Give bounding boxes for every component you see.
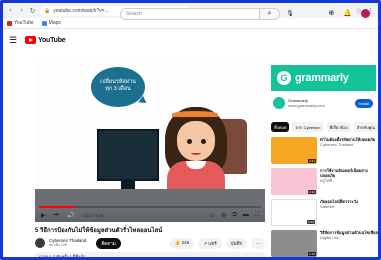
- rec-channel: SafeNet: [320, 204, 335, 209]
- recommendation-item[interactable]: 2:48 วิธีจัดการข้อมูลส่วนตัวบนโซเชียล Di…: [271, 230, 378, 257]
- chip-all[interactable]: ทั้งหมด: [271, 122, 290, 132]
- microphone-icon[interactable]: 🎙: [285, 9, 295, 19]
- theater-icon[interactable]: ▬: [243, 212, 249, 219]
- create-icon[interactable]: ⊕: [328, 9, 334, 18]
- lock-icon: 🔒: [44, 7, 51, 14]
- like-button[interactable]: 👍 246: [169, 237, 195, 249]
- miniplayer-icon[interactable]: ⧉: [233, 212, 237, 219]
- forward-icon[interactable]: ›: [18, 7, 25, 14]
- subscribe-button[interactable]: ติดตาม: [96, 237, 121, 249]
- maps-favicon-icon: [41, 20, 47, 26]
- share-button[interactable]: ↗ แชร์: [198, 237, 222, 249]
- chip-from-channel[interactable]: จาก Cybersec: [292, 122, 324, 132]
- search-icon: ⌕: [267, 10, 272, 17]
- video-title: 5 วิธีการป้องกันไม่ให้ข้อมูลส่วนตัวรั่วไ…: [35, 228, 163, 234]
- share-icon: ↗: [203, 240, 207, 246]
- cartoon-eye-right: [201, 139, 206, 144]
- rec-thumbnail: 2:48: [271, 230, 317, 257]
- reload-icon[interactable]: ↻: [29, 7, 36, 15]
- bubble-line-1: เปลี่ยนรหัสผ่าน: [100, 79, 136, 85]
- subscriber-count: สมาชิก 12K: [49, 243, 68, 247]
- cartoon-eye-left: [187, 139, 192, 144]
- fullscreen-icon[interactable]: ⛶: [255, 212, 259, 219]
- recommendation-item[interactable]: 3:21 ทำไมต้องตั้งรหัสผ่านให้ปลอดภัย Cybe…: [271, 137, 378, 165]
- rec-duration: 3:21: [308, 159, 316, 163]
- youtube-play-icon: [25, 36, 36, 44]
- grammarly-logo-icon: G: [277, 71, 291, 85]
- computer-monitor: [97, 129, 159, 181]
- more-actions-button[interactable]: ...: [251, 237, 265, 249]
- video-progress-fill: [39, 206, 75, 208]
- volume-icon[interactable]: 🔊: [67, 212, 74, 219]
- video-time: 0:12 / 1:05: [82, 213, 104, 218]
- video-description[interactable]: การดู 1.2 พันครั้ง 1 ปีที่แล้ว: [35, 252, 265, 257]
- rec-thumbnail: 3:21: [271, 137, 317, 164]
- rec-duration: 2:48: [308, 252, 316, 256]
- rec-duration: 5:02: [307, 220, 315, 224]
- rec-channel: ครูไอที: [320, 178, 332, 183]
- cartoon-headband: [172, 111, 218, 117]
- cartoon-mouth: [191, 151, 201, 155]
- next-icon[interactable]: ⏭: [54, 212, 59, 219]
- video-meta-row: Cybersec Thailand สมาชิก 12K ติดตาม 👍 24…: [35, 236, 265, 250]
- player-controls: ▶ ⏭ 🔊 0:12 / 1:05 ▭ ⚙ ⧉ ▬ ⛶: [35, 209, 265, 222]
- back-icon[interactable]: ‹: [7, 7, 14, 14]
- rec-channel: Digital Life: [320, 235, 339, 240]
- subtitles-icon[interactable]: ▭: [209, 212, 215, 219]
- hamburger-menu-icon[interactable]: ☰: [9, 35, 19, 46]
- account-avatar[interactable]: [361, 9, 370, 18]
- chip-for-you[interactable]: สำหรับคุณ: [353, 122, 378, 132]
- bubble-line-2: ทุก 3 เดือน: [105, 86, 131, 92]
- filter-chips: ทั้งหมด จาก Cybersec ที่เกี่ยวข้อง สำหรั…: [271, 122, 378, 132]
- save-button[interactable]: บันทึก: [225, 237, 248, 249]
- youtube-logo[interactable]: YouTube: [25, 36, 66, 44]
- browser-window: ‹ › ↻ 🔒 youtube.com/watch?v=... ☆ ⋮ YouT…: [0, 0, 381, 260]
- channel-avatar[interactable]: [35, 238, 45, 248]
- recommendation-item[interactable]: 4:10 การใช้งานอินเทอร์เน็ตอย่างปลอดภัย ค…: [271, 168, 378, 196]
- recommendation-item[interactable]: 5:02 ภัยออนไลน์ที่ควรระวัง SafeNet: [271, 199, 378, 227]
- ad-info: Grammarly www.grammarly.com Install: [271, 93, 376, 113]
- video-progress-bar[interactable]: [39, 206, 261, 208]
- rec-title: การใช้งานอินเทอร์เน็ตอย่างปลอดภัย: [320, 168, 368, 178]
- rec-thumbnail: 5:02: [271, 199, 317, 226]
- rec-duration: 4:10: [308, 190, 316, 194]
- bookmark-maps[interactable]: Maps: [41, 20, 61, 26]
- ad-brand: grammarly: [295, 72, 349, 84]
- notifications-icon[interactable]: 🔔: [343, 9, 352, 18]
- rec-thumbnail: 4:10: [271, 168, 317, 195]
- rec-channel: Cybersec Thailand: [320, 142, 354, 147]
- ad-banner[interactable]: G grammarly: [271, 65, 376, 91]
- thumbs-up-icon: 👍: [174, 239, 181, 245]
- address-text: youtube.com/watch?v=...: [53, 7, 109, 14]
- bookmark-youtube[interactable]: YouTube: [7, 20, 34, 26]
- search-input[interactable]: Search: [120, 8, 260, 20]
- youtube-favicon-icon: [7, 20, 12, 26]
- speech-bubble: เปลี่ยนรหัสผ่าน ทุก 3 เดือน: [91, 67, 145, 107]
- video-player[interactable]: เปลี่ยนรหัสผ่าน ทุก 3 เดือน ▶ ⏭ 🔊 0:12 /…: [35, 57, 265, 222]
- youtube-header: ☰ YouTube: [3, 29, 378, 51]
- chip-related[interactable]: ที่เกี่ยวข้อง: [326, 122, 351, 132]
- ad-url: www.grammarly.com: [288, 103, 325, 108]
- cartoon-face: [177, 121, 215, 161]
- ad-cta-button[interactable]: Install: [354, 98, 373, 108]
- search-button[interactable]: ⌕: [260, 8, 280, 20]
- settings-icon[interactable]: ⚙: [221, 212, 226, 219]
- ad-icon: [273, 97, 285, 109]
- play-icon[interactable]: ▶: [41, 212, 46, 219]
